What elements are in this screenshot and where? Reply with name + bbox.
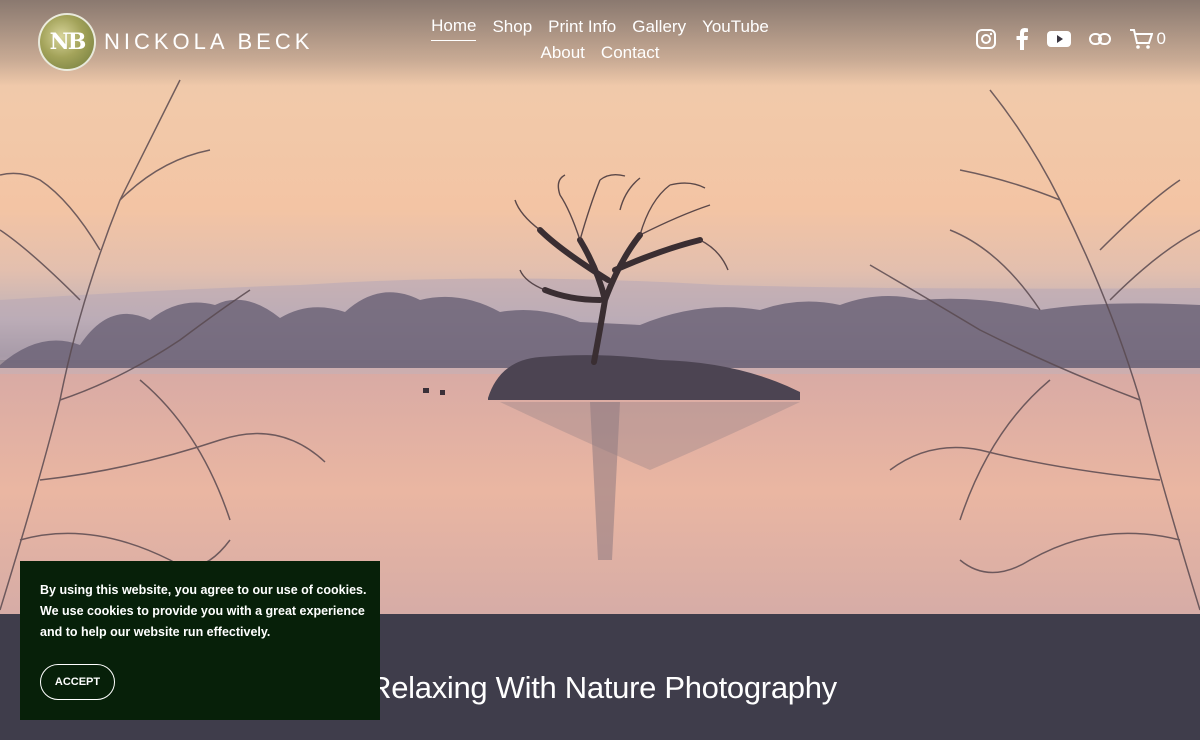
site-header: NB NICKOLA BECK Home Shop Print Info Gal… <box>0 0 1200 86</box>
accept-cookies-button[interactable]: ACCEPT <box>40 664 115 700</box>
link-icon[interactable] <box>1088 32 1111 46</box>
instagram-icon[interactable] <box>975 28 997 50</box>
nav-shop[interactable]: Shop <box>492 15 532 41</box>
social-links: 0 <box>975 28 1166 50</box>
cookie-banner: By using this website, you agree to our … <box>20 561 380 720</box>
facebook-icon[interactable] <box>1015 28 1029 50</box>
nb-monogram-logo[interactable]: NB <box>38 13 96 71</box>
youtube-icon[interactable] <box>1046 30 1071 48</box>
nav-youtube[interactable]: YouTube <box>702 15 769 41</box>
nav-print-info[interactable]: Print Info <box>548 15 616 41</box>
hero-landscape <box>0 79 1200 614</box>
main-nav: Home Shop Print Info Gallery YouTube Abo… <box>430 15 770 67</box>
cart-count: 0 <box>1156 29 1166 48</box>
nav-gallery[interactable]: Gallery <box>632 15 686 41</box>
brand-name[interactable]: NICKOLA BECK <box>104 29 313 55</box>
nav-contact[interactable]: Contact <box>601 41 660 67</box>
cart-icon[interactable]: 0 <box>1129 28 1166 50</box>
hero-image <box>0 0 1200 614</box>
nav-home[interactable]: Home <box>431 15 477 41</box>
cookie-message: By using this website, you agree to our … <box>40 583 367 639</box>
nav-about[interactable]: About <box>540 41 584 67</box>
